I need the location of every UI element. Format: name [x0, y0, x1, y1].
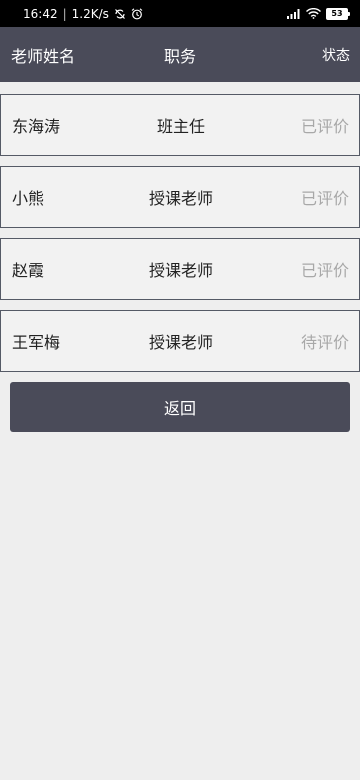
teacher-role: 授课老师: [148, 333, 213, 352]
teacher-name: 东海涛: [12, 117, 61, 136]
back-button[interactable]: 返回: [10, 382, 350, 432]
header-teacher-name: 老师姓名: [11, 46, 76, 66]
alarm-icon: [131, 7, 143, 20]
status-time: 16:42: [23, 6, 58, 21]
evaluation-status: 已评价: [300, 189, 349, 208]
back-button-label: 返回: [163, 399, 196, 418]
teacher-row[interactable]: 赵霞 授课老师 已评价: [0, 238, 360, 300]
teacher-name: 王军梅: [12, 333, 61, 352]
status-left: 16:42 | 1.2K/s: [23, 7, 143, 21]
status-separator: |: [62, 6, 67, 21]
header-role: 职务: [163, 46, 196, 66]
app-header: 老师姓名 职务 状态: [0, 27, 360, 82]
sync-off-icon: [114, 8, 126, 20]
teacher-list: 东海涛 班主任 已评价 小熊 授课老师 已评价 赵霞 授课老师 已评价 王军梅 …: [0, 94, 360, 382]
teacher-name: 小熊: [12, 189, 45, 208]
wifi-icon: [306, 8, 321, 19]
teacher-name: 赵霞: [12, 261, 45, 280]
status-right: 53: [287, 7, 350, 20]
teacher-row[interactable]: 东海涛 班主任 已评价: [0, 94, 360, 156]
battery-icon: 53: [326, 7, 350, 20]
teacher-row[interactable]: 小熊 授课老师 已评价: [0, 166, 360, 228]
teacher-role: 授课老师: [148, 189, 213, 208]
evaluation-status: 已评价: [300, 261, 349, 280]
status-bar: 16:42 | 1.2K/s 53: [0, 0, 360, 27]
teacher-role: 班主任: [156, 117, 205, 136]
evaluation-status: 待评价: [300, 333, 349, 352]
teacher-row[interactable]: 王军梅 授课老师 待评价: [0, 310, 360, 372]
network-speed: 1.2K/s: [71, 6, 109, 21]
header-status: 状态: [322, 47, 350, 64]
signal-icon: [287, 8, 301, 19]
teacher-role: 授课老师: [148, 261, 213, 280]
evaluation-status: 已评价: [300, 117, 349, 136]
